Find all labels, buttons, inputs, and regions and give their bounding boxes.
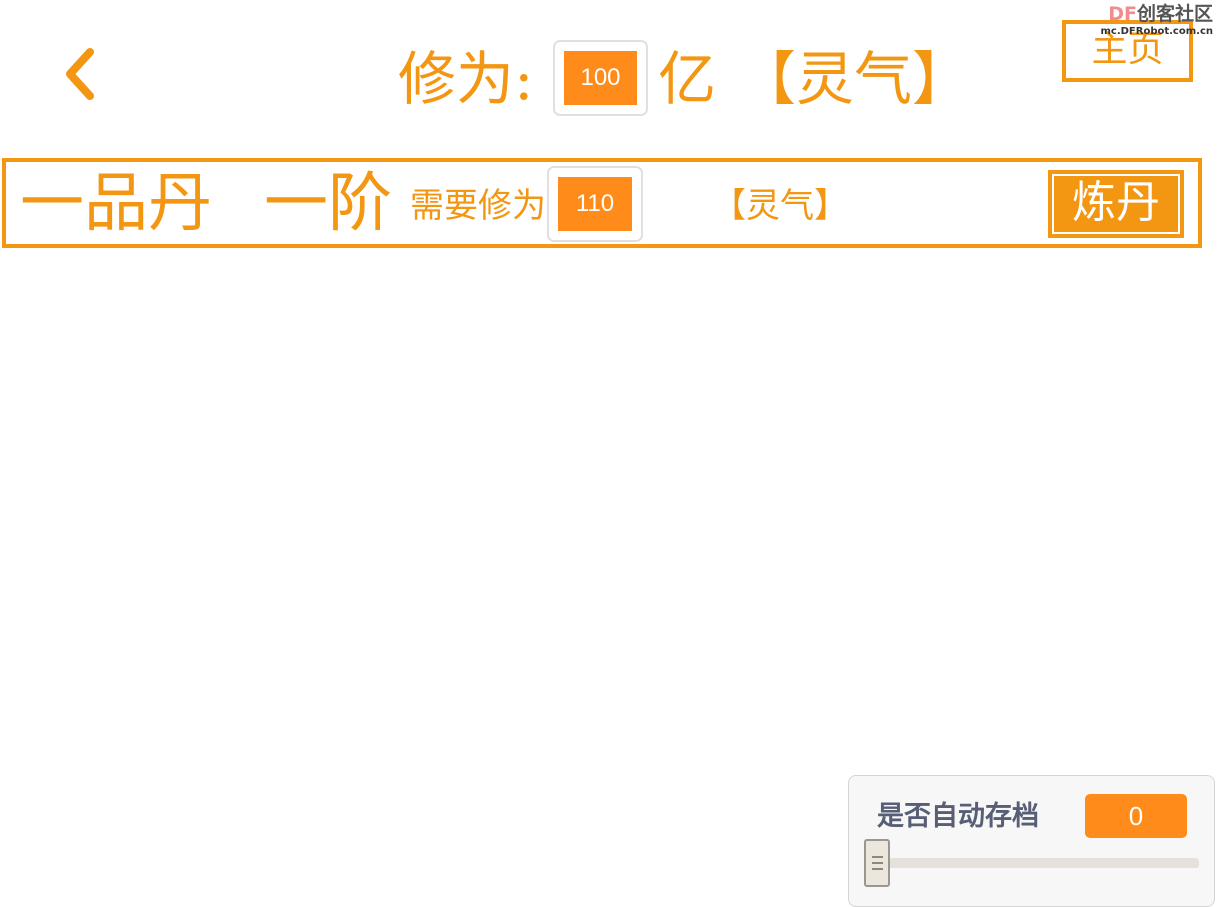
grip-line (872, 862, 883, 864)
watermark: DF创客社区 mc.DFRobot.com.cn (1093, 2, 1213, 37)
pill-name: 一品丹 (20, 167, 212, 241)
pill-row: 一品丹 一阶 需要修为 110 【灵气】 炼丹 (2, 158, 1202, 248)
grip-line (872, 856, 883, 858)
cultivation-energy-label: 【灵气】 (738, 45, 971, 113)
grip-line (872, 868, 883, 870)
pill-energy-label: 【灵气】 (712, 186, 848, 226)
cultivation-value-box: 100 (553, 40, 648, 116)
autosave-slider-track[interactable] (867, 858, 1199, 868)
cultivation-label: 修为: (398, 45, 534, 113)
pill-require-value: 110 (558, 177, 632, 231)
watermark-url: mc.DFRobot.com.cn (1100, 26, 1213, 37)
autosave-value: 0 (1085, 794, 1187, 838)
back-chevron-icon[interactable] (58, 44, 102, 104)
autosave-slider-thumb[interactable] (864, 839, 890, 887)
autosave-monitor: 是否自动存档 0 (848, 775, 1215, 907)
watermark-brand: DF创客社区 (1108, 3, 1213, 25)
pill-require-value-box: 110 (547, 166, 643, 242)
refine-button[interactable]: 炼丹 (1048, 170, 1184, 238)
cultivation-unit: 亿 (658, 45, 717, 113)
cultivation-value: 100 (564, 51, 637, 105)
pill-rank: 一阶 (264, 167, 392, 241)
pill-require-label: 需要修为 (410, 186, 546, 226)
autosave-label: 是否自动存档 (877, 801, 1039, 832)
